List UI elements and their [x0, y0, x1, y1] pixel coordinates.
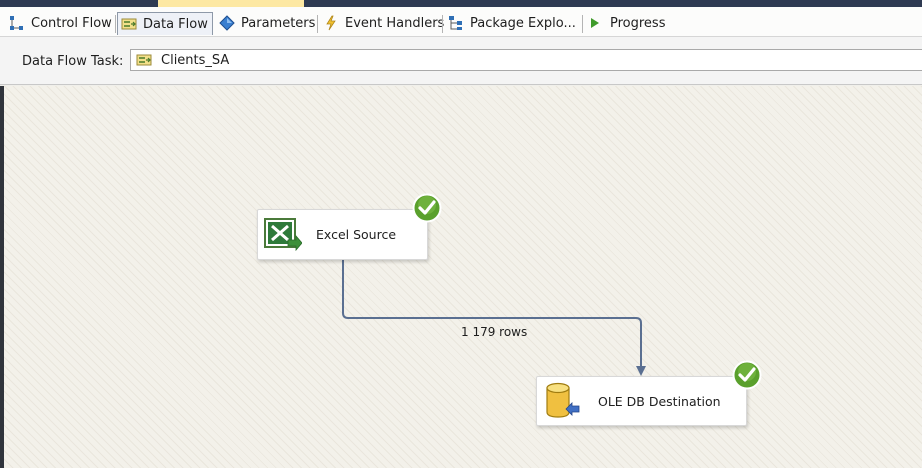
success-check-icon — [412, 193, 442, 223]
data-flow-task-value: Clients_SA — [161, 52, 230, 68]
data-flow-task-icon — [136, 54, 152, 66]
data-path-connector[interactable] — [4, 86, 922, 468]
tab-separator — [317, 15, 318, 33]
data-path-row-count: 1 179 rows — [461, 325, 528, 339]
excel-source-label: Excel Source — [316, 227, 397, 242]
ole-db-destination-label: OLE DB Destination — [598, 393, 721, 409]
active-tab-indicator — [158, 0, 304, 7]
success-check-icon — [732, 360, 762, 390]
tab-separator — [442, 15, 443, 33]
package-explorer-icon — [449, 16, 462, 30]
designer-tab-bar: Control Flow Data Flow Parameters Event … — [0, 7, 922, 37]
data-flow-icon — [121, 18, 137, 30]
tab-separator — [582, 15, 583, 33]
database-icon — [546, 382, 580, 418]
parameters-icon — [219, 15, 235, 31]
tab-label: Package Explo... — [470, 15, 576, 31]
excel-icon — [264, 217, 302, 251]
tab-label: Event Handlers — [345, 15, 445, 31]
tab-event-handlers[interactable]: Event Handlers — [323, 12, 444, 34]
ole-db-destination-component[interactable]: OLE DB Destination — [536, 376, 747, 426]
tab-data-flow[interactable]: Data Flow — [117, 12, 213, 35]
tab-label: Control Flow — [31, 15, 112, 31]
tab-progress[interactable]: Progress — [588, 12, 665, 34]
window-top-strip — [0, 0, 922, 7]
control-flow-icon — [10, 16, 23, 30]
progress-icon — [591, 18, 599, 28]
data-flow-canvas[interactable]: 1 179 rows Excel Source OLE DB Destinati… — [4, 86, 922, 468]
tab-label: Parameters — [241, 15, 316, 31]
tab-package-explorer[interactable]: Package Explo... — [448, 12, 576, 34]
tab-separator — [115, 15, 116, 33]
data-flow-task-label: Data Flow Task: — [22, 54, 124, 69]
tab-label: Progress — [610, 15, 666, 31]
tab-parameters[interactable]: Parameters — [219, 12, 315, 34]
data-flow-task-bar: Data Flow Task: Clients_SA — [0, 37, 922, 85]
event-handlers-icon — [326, 15, 336, 31]
data-flow-task-select[interactable]: Clients_SA — [130, 49, 922, 71]
tab-control-flow[interactable]: Control Flow — [9, 12, 112, 34]
excel-source-component[interactable]: Excel Source — [257, 209, 428, 260]
tab-label: Data Flow — [143, 16, 208, 32]
